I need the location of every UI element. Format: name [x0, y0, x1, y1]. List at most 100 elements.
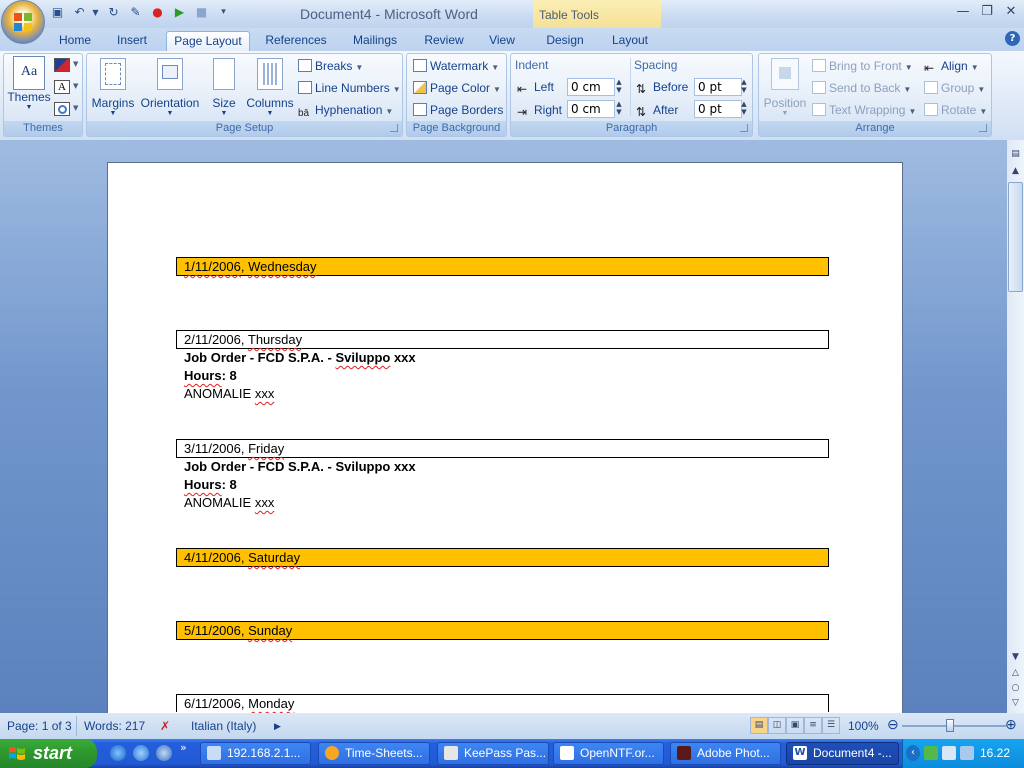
tab-references[interactable]: References	[260, 31, 332, 52]
zoom-level[interactable]: 100%	[848, 719, 879, 733]
send-to-back-button[interactable]: Send to Back ▼	[812, 79, 911, 97]
watermark-button[interactable]: Watermark ▼	[413, 57, 499, 75]
columns-button[interactable]: Columns ▼	[245, 58, 295, 117]
margins-button[interactable]: Margins ▼	[90, 58, 136, 117]
macro-record-icon[interactable]: ▶	[274, 721, 281, 732]
minimize-icon[interactable]: —	[952, 4, 974, 20]
tab-review[interactable]: Review	[418, 31, 470, 52]
play-icon[interactable]: ▶	[172, 5, 187, 20]
quick-launch-icon[interactable]	[156, 745, 172, 761]
scroll-thumb[interactable]	[1008, 182, 1023, 292]
web-layout-icon[interactable]: ▣	[786, 717, 804, 734]
internet-explorer-icon[interactable]	[110, 745, 126, 761]
previous-page-icon[interactable]: △	[1008, 666, 1023, 681]
ruler-toggle-icon[interactable]: ▤	[1008, 147, 1023, 162]
paragraph-group: Indent ⇤ Left 0 cm ▲ ▼ ⇥ Right 0 cm ▲ ▼ Spac…	[510, 53, 753, 137]
spacing-before-spinner-icon[interactable]: ▲ ▼	[738, 78, 750, 96]
page-count[interactable]: Page: 1 of 3	[7, 719, 72, 733]
scroll-up-icon[interactable]: ▲	[1008, 164, 1023, 179]
save-icon[interactable]: ▣	[50, 5, 65, 20]
clock[interactable]: 16.22	[980, 746, 1010, 760]
day-row[interactable]: 1/11/2006, Wednesday	[176, 257, 829, 276]
select-browse-object-icon[interactable]: ○	[1008, 681, 1023, 696]
spacing-after-spinner-icon[interactable]: ▲ ▼	[738, 100, 750, 118]
indent-left-spinner-icon[interactable]: ▲ ▼	[613, 78, 625, 96]
day-row[interactable]: 4/11/2006, Saturday	[176, 548, 829, 567]
tab-layout[interactable]: Layout	[604, 31, 656, 52]
zoom-out-icon[interactable]: ⊖	[887, 716, 899, 733]
spacing-before-input[interactable]: 0 pt	[694, 78, 742, 96]
zoom-slider-track[interactable]	[902, 725, 1006, 727]
group-button[interactable]: Group ▼	[924, 79, 985, 97]
undo-icon[interactable]: ↶	[72, 5, 87, 20]
tab-mailings[interactable]: Mailings	[344, 31, 406, 52]
full-screen-reading-icon[interactable]: ◫	[768, 717, 786, 734]
browser-icon	[325, 746, 339, 760]
customize-qat-icon[interactable]: ▾	[216, 5, 231, 20]
quick-launch-icon[interactable]	[133, 745, 149, 761]
line-numbers-button[interactable]: Line Numbers ▼	[298, 79, 401, 97]
tab-view[interactable]: View	[482, 31, 522, 52]
theme-effects-icon[interactable]	[54, 102, 70, 116]
record-icon[interactable]: ●	[150, 5, 165, 20]
tab-insert[interactable]: Insert	[108, 31, 156, 52]
tab-home[interactable]: Home	[52, 31, 98, 52]
indent-left-icon: ⇤	[517, 82, 528, 96]
align-button[interactable]: ⇤ Align ▼	[924, 57, 979, 75]
zoom-in-icon[interactable]: ⊕	[1005, 716, 1017, 733]
restore-icon[interactable]: ❐	[976, 4, 998, 20]
quick-launch-overflow-icon[interactable]: »	[180, 741, 187, 754]
hours-line: Hours: 8	[184, 477, 237, 492]
windows-flag-icon	[9, 747, 25, 760]
size-label: Size	[212, 96, 236, 110]
security-tray-icon[interactable]	[924, 746, 938, 760]
draft-view-icon[interactable]: ☰	[822, 717, 840, 734]
rotate-icon	[924, 103, 938, 116]
indent-right-input[interactable]: 0 cm	[567, 100, 615, 118]
day-name: Wednesday	[248, 259, 317, 274]
indent-right-spinner-icon[interactable]: ▲ ▼	[613, 100, 625, 118]
day-row[interactable]: 6/11/2006, Monday	[176, 694, 829, 712]
indent-left-input[interactable]: 0 cm	[567, 78, 615, 96]
text-wrapping-button[interactable]: Text Wrapping ▼	[812, 101, 916, 119]
scroll-down-icon[interactable]: ▼	[1008, 650, 1023, 665]
themes-button[interactable]: Aa Themes ▼	[6, 56, 52, 111]
format-painter-icon[interactable]: ✎	[128, 5, 143, 20]
print-layout-view-icon[interactable]: ▤	[750, 717, 768, 734]
paragraph-dialog-launcher-icon[interactable]	[740, 124, 748, 132]
day-name: Saturday	[248, 550, 301, 565]
help-icon[interactable]: ?	[1005, 31, 1020, 46]
proofing-icon[interactable]: ✗	[160, 719, 170, 733]
language-indicator[interactable]: Italian (Italy)	[191, 719, 256, 733]
day-row[interactable]: 5/11/2006, Sunday	[176, 621, 829, 640]
tab-design[interactable]: Design	[538, 31, 592, 52]
rotate-button[interactable]: Rotate ▼	[924, 101, 987, 119]
spacing-after-input[interactable]: 0 pt	[694, 100, 742, 118]
theme-colors-icon[interactable]	[54, 58, 70, 72]
lock-tray-icon[interactable]	[942, 746, 956, 760]
outline-view-icon[interactable]: ≡	[804, 717, 822, 734]
stop-icon[interactable]: ■	[194, 5, 209, 20]
day-row[interactable]: 2/11/2006, Thursday	[176, 330, 829, 349]
word-count[interactable]: Words: 217	[84, 719, 145, 733]
undo-dropdown-icon[interactable]: ▼	[88, 5, 103, 20]
page-color-button[interactable]: Page Color ▼	[413, 79, 501, 97]
tab-page-layout[interactable]: Page Layout	[166, 31, 250, 52]
page-borders-button[interactable]: Page Borders	[413, 101, 503, 119]
tray-expand-icon[interactable]: ‹	[906, 745, 920, 761]
redo-icon[interactable]: ↻	[106, 5, 121, 20]
zoom-slider-knob[interactable]	[946, 719, 954, 732]
page-setup-dialog-launcher-icon[interactable]	[390, 124, 398, 132]
day-row[interactable]: 3/11/2006, Friday	[176, 439, 829, 458]
arrange-dialog-launcher-icon[interactable]	[979, 124, 987, 132]
orientation-button[interactable]: Orientation ▼	[139, 58, 201, 117]
size-button[interactable]: Size ▼	[205, 58, 243, 117]
breaks-button[interactable]: Breaks ▼	[298, 57, 363, 75]
bring-to-front-button[interactable]: Bring to Front ▼	[812, 57, 913, 75]
next-page-icon[interactable]: ▽	[1008, 696, 1023, 711]
position-button[interactable]: Position ▼	[761, 58, 809, 117]
close-icon[interactable]: ✕	[1000, 4, 1022, 20]
hyphenation-button[interactable]: bā Hyphenation ▼	[298, 101, 393, 119]
network-tray-icon[interactable]	[960, 746, 974, 760]
theme-fonts-icon[interactable]: A	[54, 80, 70, 94]
